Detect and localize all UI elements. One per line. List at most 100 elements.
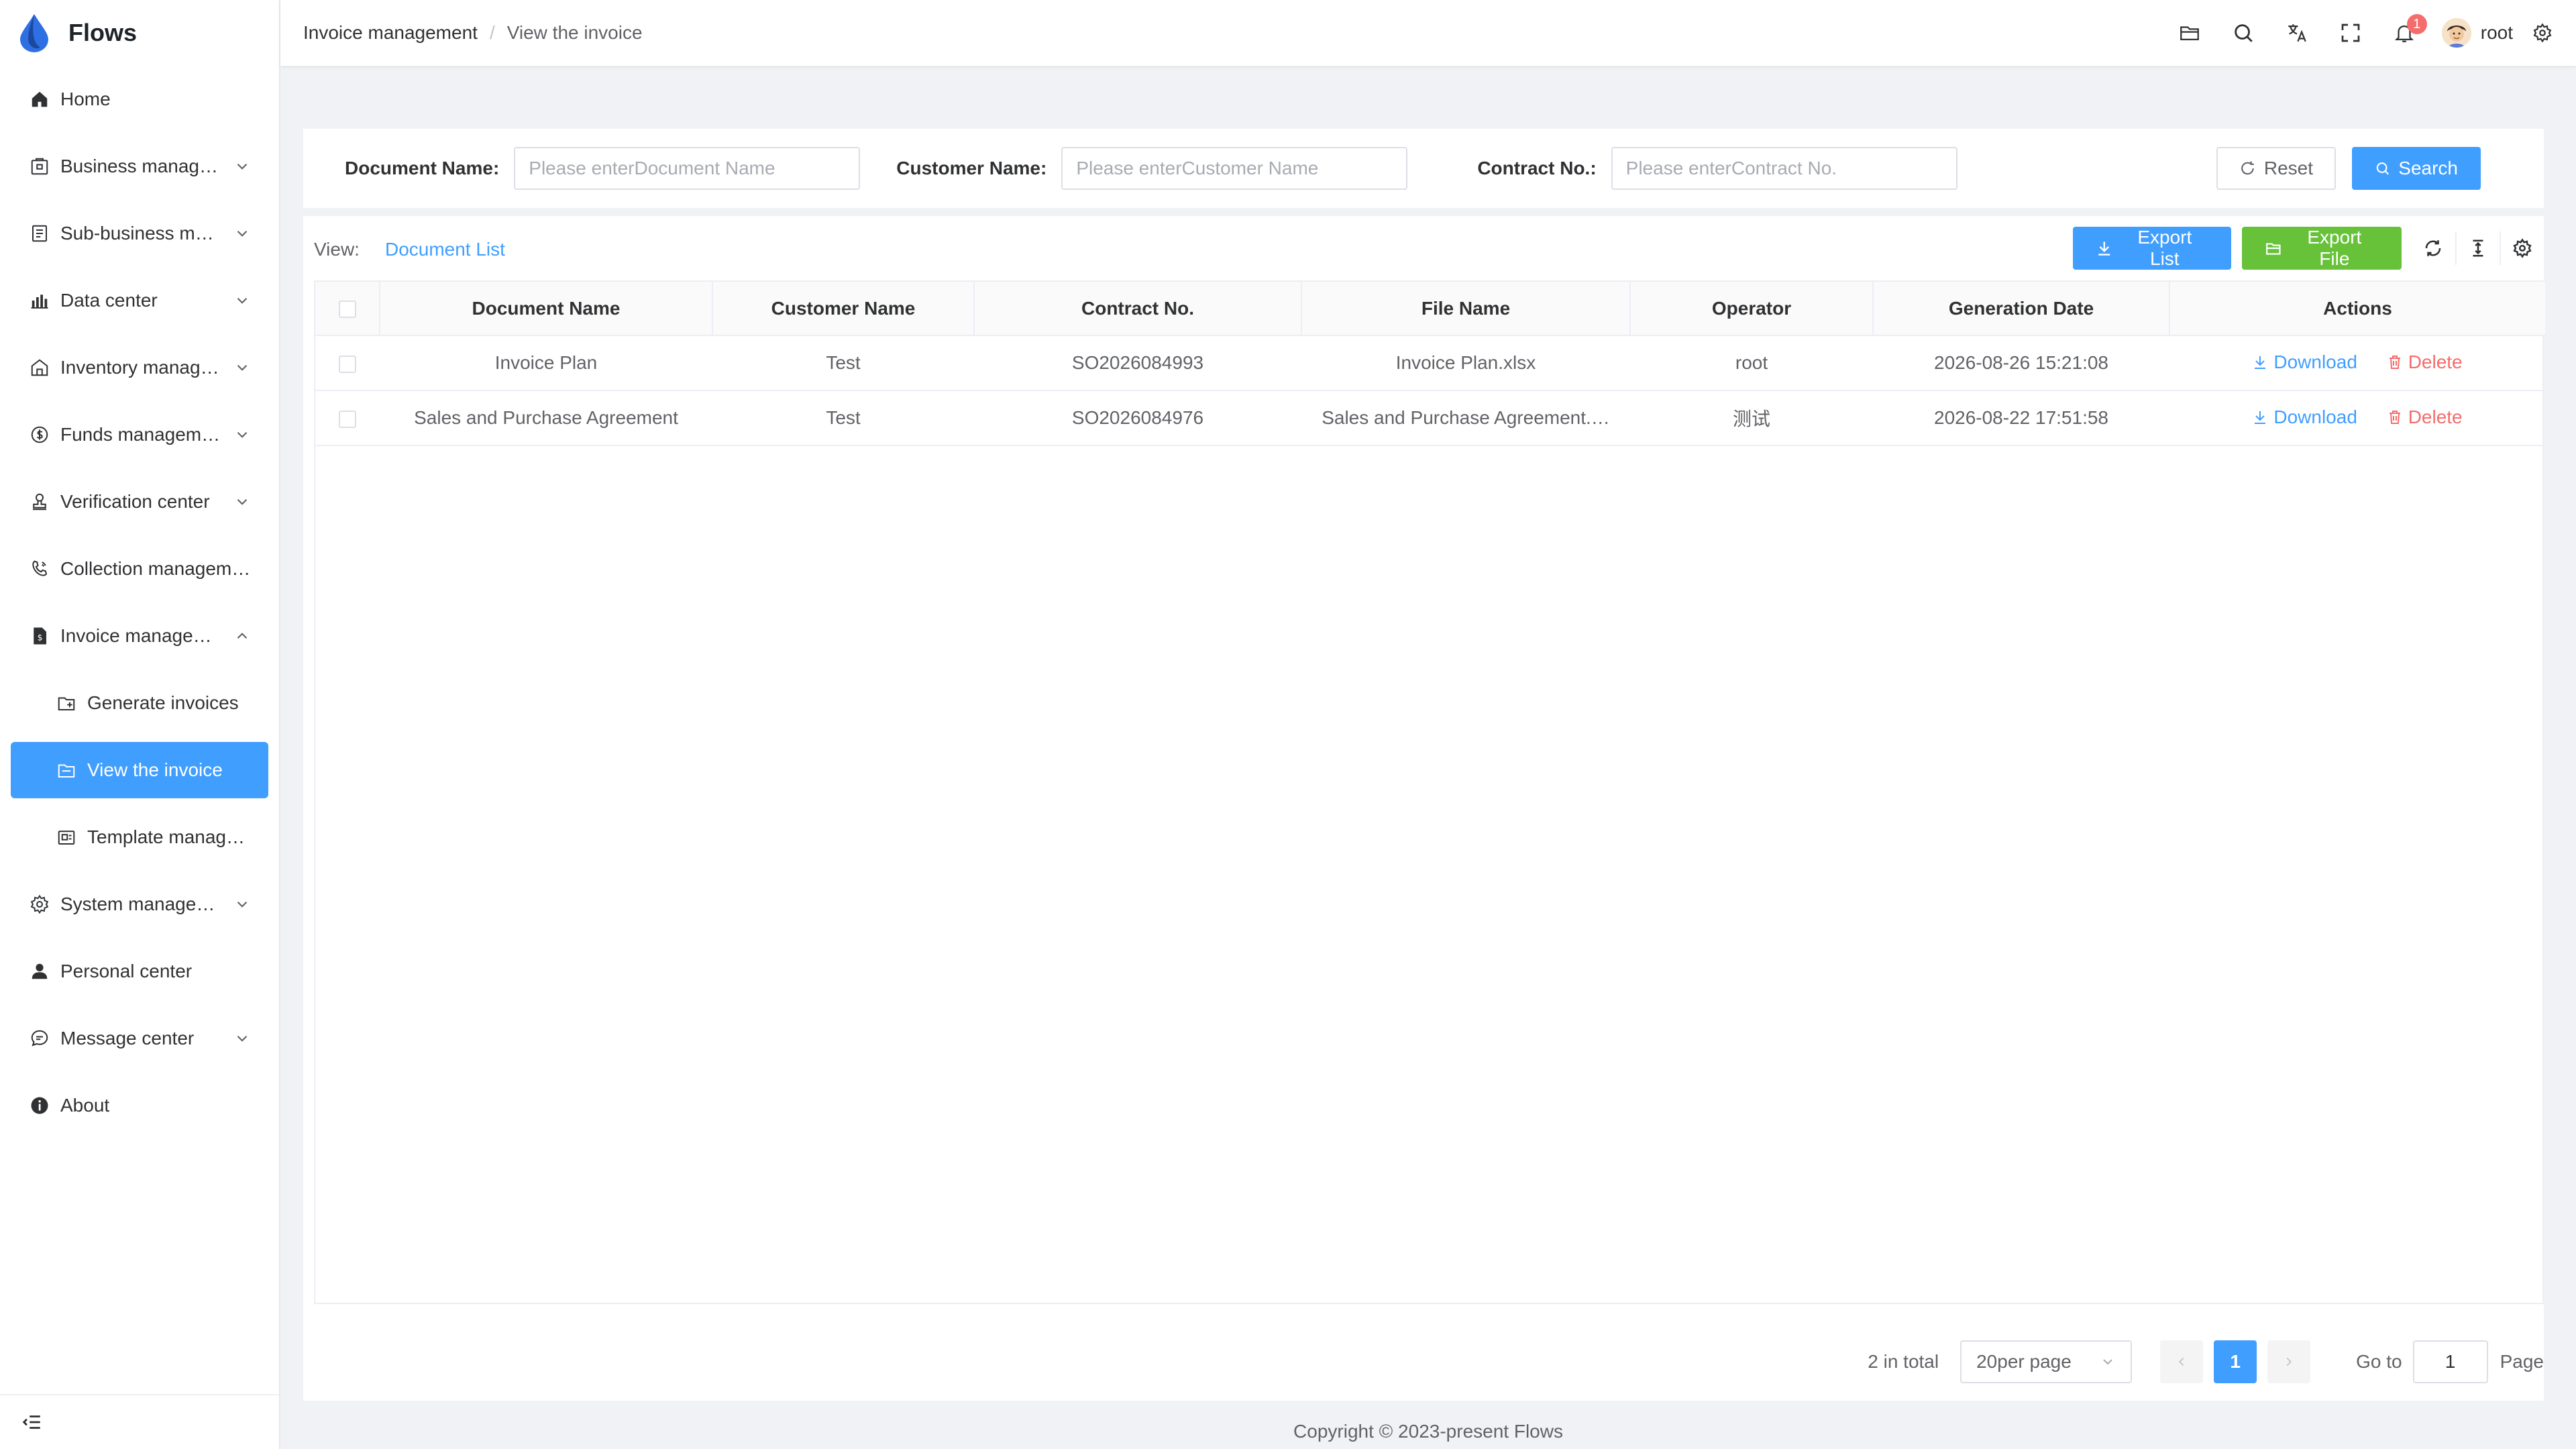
footer-copyright: Copyright © 2023-present Flows [1293,1421,1563,1442]
delete-button[interactable]: Delete [2387,407,2463,428]
density-button[interactable] [2455,231,2500,265]
breadcrumb-item-invoice-management[interactable]: Invoice management [303,22,478,44]
sidebar-item-message-center[interactable]: Message center [11,1010,268,1067]
search-button-label: Search [2398,158,2458,178]
sidebar-item-label: Business manag… [60,156,219,176]
search-icon [2376,162,2390,175]
cell-file-name: Sales and Purchase Agreement.… [1301,390,1630,446]
app-name: Flows [68,19,138,46]
sidebar-item-collection-management[interactable]: Collection managem… [11,541,268,597]
reset-button-label: Reset [2263,158,2313,178]
row-checkbox[interactable] [339,410,356,428]
coin-icon [28,423,51,446]
sidebar-item-label: Home [60,89,111,109]
sidebar-item-inventory-management[interactable]: Inventory manag… [11,339,268,396]
folder-icon [2180,26,2199,41]
droplet-logo-icon [20,14,48,52]
gear-icon [2513,238,2532,258]
table-row: Invoice Plan Test SO2026084993 Invoice P… [315,335,2545,391]
invoice-icon: $ [28,625,51,647]
customer-name-input[interactable] [1061,147,1408,190]
cell-generation-date: 2026-08-22 17:51:58 [1873,390,2169,446]
export-list-button[interactable]: Export List [2073,227,2231,270]
contract-no-input[interactable] [1611,147,1957,190]
chevron-down-icon [237,498,248,505]
column-header-customer-name[interactable]: Customer Name [712,282,975,336]
export-file-label: Export File [2307,227,2362,269]
sidebar-item-label: Invoice manage… [60,625,212,646]
chevron-down-icon [237,364,248,371]
user-menu[interactable]: root [2441,18,2513,48]
sidebar-item-funds-management[interactable]: Funds managem… [11,407,268,463]
sidebar-item-label: Data center [60,290,158,311]
fullscreen-button[interactable] [2324,13,2377,53]
goto-page-input[interactable] [2412,1340,2488,1383]
sidebar-item-data-center[interactable]: Data center [11,272,268,329]
sidebar-item-generate-invoices[interactable]: Generate invoices [11,675,268,731]
translate-button[interactable] [2270,13,2324,53]
briefcase-icon [28,155,51,178]
column-header-operator[interactable]: Operator [1630,282,1874,336]
settings-button[interactable] [2529,13,2556,53]
search-button[interactable]: Search [2352,147,2481,190]
reset-button[interactable]: Reset [2216,147,2336,190]
prev-page-button[interactable] [2160,1340,2204,1383]
sidebar-item-label: Inventory manag… [60,357,219,378]
page-number-button[interactable]: 1 [2214,1340,2257,1383]
search-button[interactable] [2216,13,2270,53]
pagination: 2 in total 20per page 1 Go to Page [1868,1340,2544,1383]
column-header-document-name[interactable]: Document Name [380,282,713,336]
refresh-table-button[interactable] [2411,231,2455,265]
sidebar-item-about[interactable]: About [11,1077,268,1134]
column-header-contract-no[interactable]: Contract No. [974,282,1302,336]
sidebar-item-business-management[interactable]: Business manag… [11,138,268,195]
header-actions: 1 root [2163,13,2556,53]
column-settings-button[interactable] [2500,231,2544,265]
sidebar-item-invoice-management[interactable]: $ Invoice manage… [11,608,268,664]
avatar [2441,18,2471,48]
row-checkbox[interactable] [339,355,356,373]
brand[interactable]: Flows [0,0,279,66]
chevron-down-icon [237,163,248,170]
export-list-label: Export List [2137,227,2192,269]
row-select-cell [315,335,380,391]
page-size-select[interactable]: 20per page [1960,1340,2133,1383]
chevron-down-icon [2103,1359,2112,1365]
notifications-button[interactable]: 1 [2377,13,2431,53]
cell-operator: root [1630,335,1873,391]
cell-actions: Download Delete [2169,390,2545,446]
download-button[interactable]: Download [2252,352,2357,373]
column-header-generation-date[interactable]: Generation Date [1873,282,2170,336]
sidebar-item-view-invoice[interactable]: View the invoice [11,742,268,798]
view-document-list-link[interactable]: Document List [385,239,505,260]
download-icon [2255,411,2266,424]
home-icon [28,88,51,111]
sidebar-collapse-button[interactable] [0,1394,279,1449]
sidebar-item-verification-center[interactable]: Verification center [11,474,268,530]
search-actions: Reset Search [2216,147,2481,190]
sidebar-item-template-management[interactable]: Template manage… [11,809,268,865]
document-list-icon [28,222,51,245]
column-header-file-name[interactable]: File Name [1301,282,1631,336]
sidebar-item-personal-center[interactable]: Personal center [11,943,268,1000]
export-file-button[interactable]: Export File [2242,227,2402,270]
table-tool-icons [2411,231,2544,265]
sidebar-item-system-management[interactable]: System manage… [11,876,268,932]
download-button[interactable]: Download [2252,407,2357,428]
breadcrumb-separator: / [489,22,495,43]
sidebar-item-sub-business-management[interactable]: Sub-business m… [11,205,268,262]
cell-file-name: Invoice Plan.xlsx [1301,335,1630,391]
sidebar-item-home[interactable]: Home [11,71,268,127]
select-all-checkbox[interactable] [338,301,356,319]
customer-name-label: Customer Name: [896,158,1047,178]
document-table: Document Name Customer Name Contract No.… [314,280,2545,1304]
page-label: Page [2500,1351,2544,1372]
cell-contract-no: SO2026084976 [974,390,1301,446]
folder-button[interactable] [2163,13,2216,53]
phone-icon [28,557,51,580]
delete-button[interactable]: Delete [2387,352,2463,373]
username: root [2480,22,2513,43]
next-page-button[interactable] [2267,1340,2311,1383]
document-name-input[interactable] [514,147,861,190]
sidebar-item-label: Personal center [60,961,193,981]
